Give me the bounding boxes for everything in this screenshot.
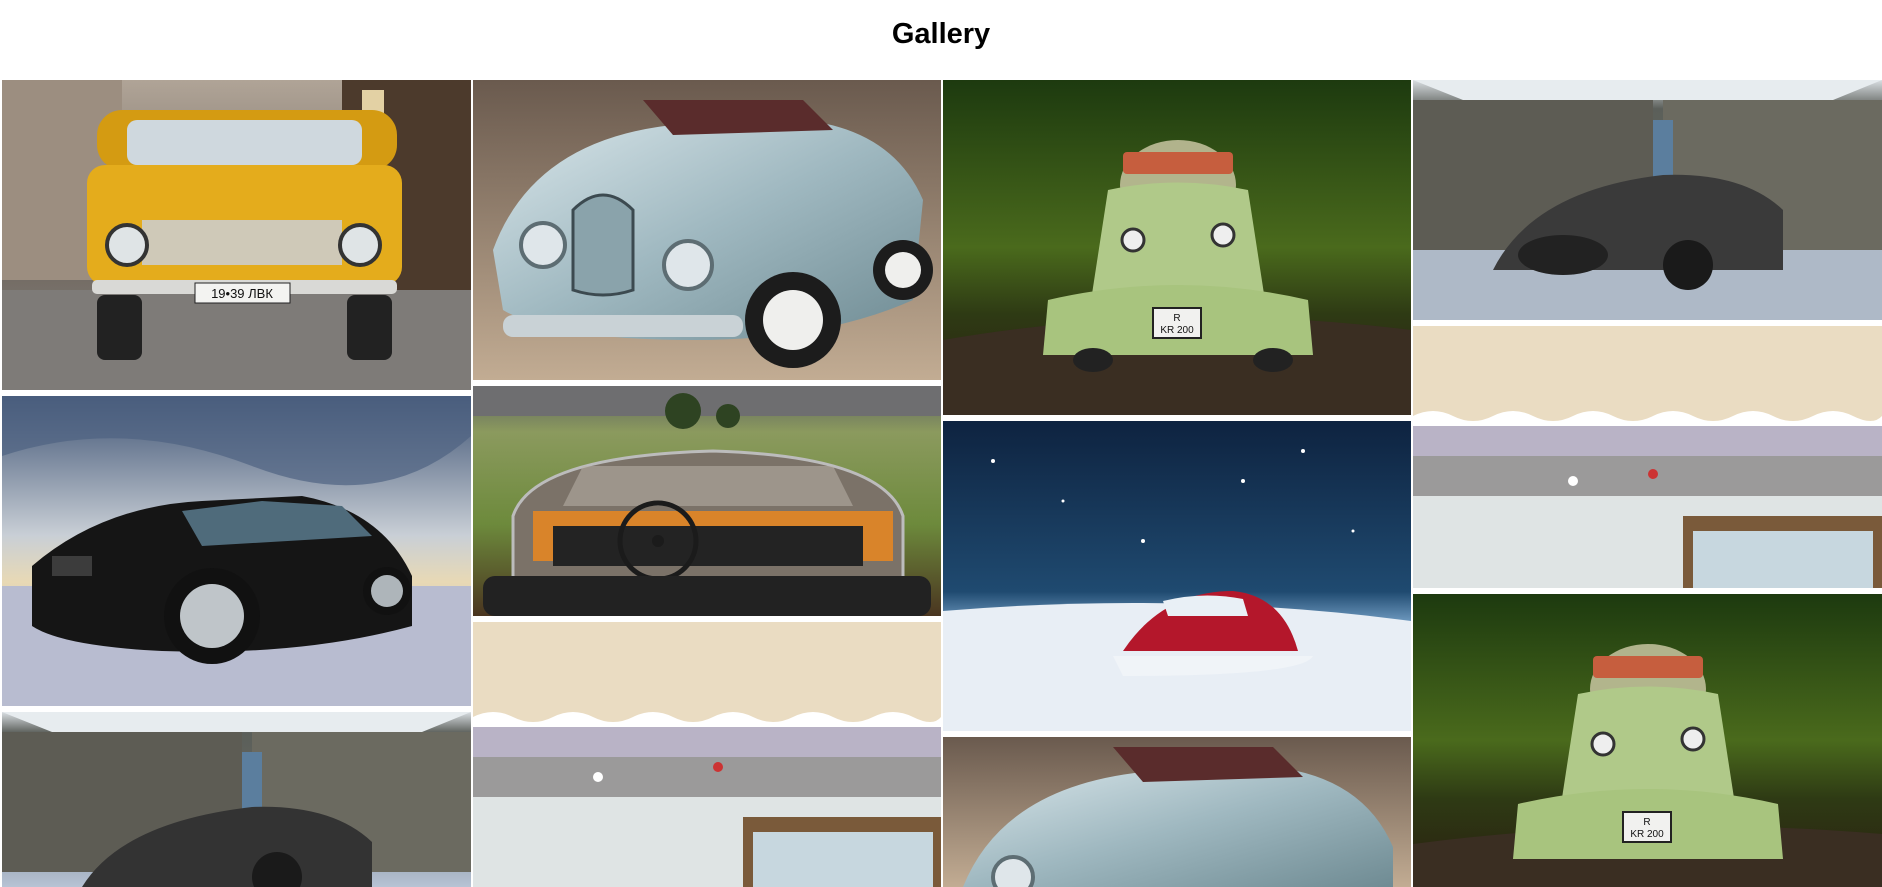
black-mustang-picture [2, 396, 471, 706]
plate-line2: KR 200 [1160, 325, 1194, 336]
license-plate-text: 19•39 ЛВК [211, 286, 273, 301]
gallery-image-beach-aerial-2[interactable] [1413, 326, 1882, 588]
plate-line1: R [1643, 817, 1650, 828]
plate-line1: R [1173, 313, 1180, 324]
gallery-image-maserati-garage-2[interactable] [2, 712, 471, 887]
plate-line2: KR 200 [1630, 829, 1664, 840]
convertible-interior-picture [473, 386, 941, 616]
gallery-image-beach-aerial[interactable] [473, 622, 941, 887]
gallery-image-convertible-interior[interactable] [473, 386, 941, 616]
yellow-lada-picture: 19•39 ЛВК [2, 80, 471, 390]
gallery-image-green-microcar-2[interactable]: R KR 200 [1413, 594, 1882, 887]
beach-aerial-picture [473, 622, 941, 887]
page-title: Gallery [891, 18, 991, 50]
green-microcar-picture: R KR 200 [943, 80, 1411, 415]
maserati-garage-picture [1413, 80, 1882, 320]
silver-convertible-picture [473, 80, 941, 380]
maserati-garage-picture [2, 712, 471, 887]
gallery-image-black-mustang[interactable] [2, 396, 471, 706]
gallery-image-red-beetle-snow[interactable] [943, 421, 1411, 731]
gallery-image-yellow-lada[interactable]: 19•39 ЛВК [2, 80, 471, 390]
gallery-image-green-microcar[interactable]: R KR 200 [943, 80, 1411, 415]
green-microcar-picture: R KR 200 [1413, 594, 1882, 887]
gallery-image-silver-convertible-2[interactable] [943, 737, 1411, 887]
beach-aerial-picture [1413, 326, 1882, 588]
gallery-image-silver-convertible[interactable] [473, 80, 941, 380]
gallery-image-maserati-garage[interactable] [1413, 80, 1882, 320]
silver-convertible-picture [943, 737, 1411, 887]
red-beetle-snow-picture [943, 421, 1411, 731]
